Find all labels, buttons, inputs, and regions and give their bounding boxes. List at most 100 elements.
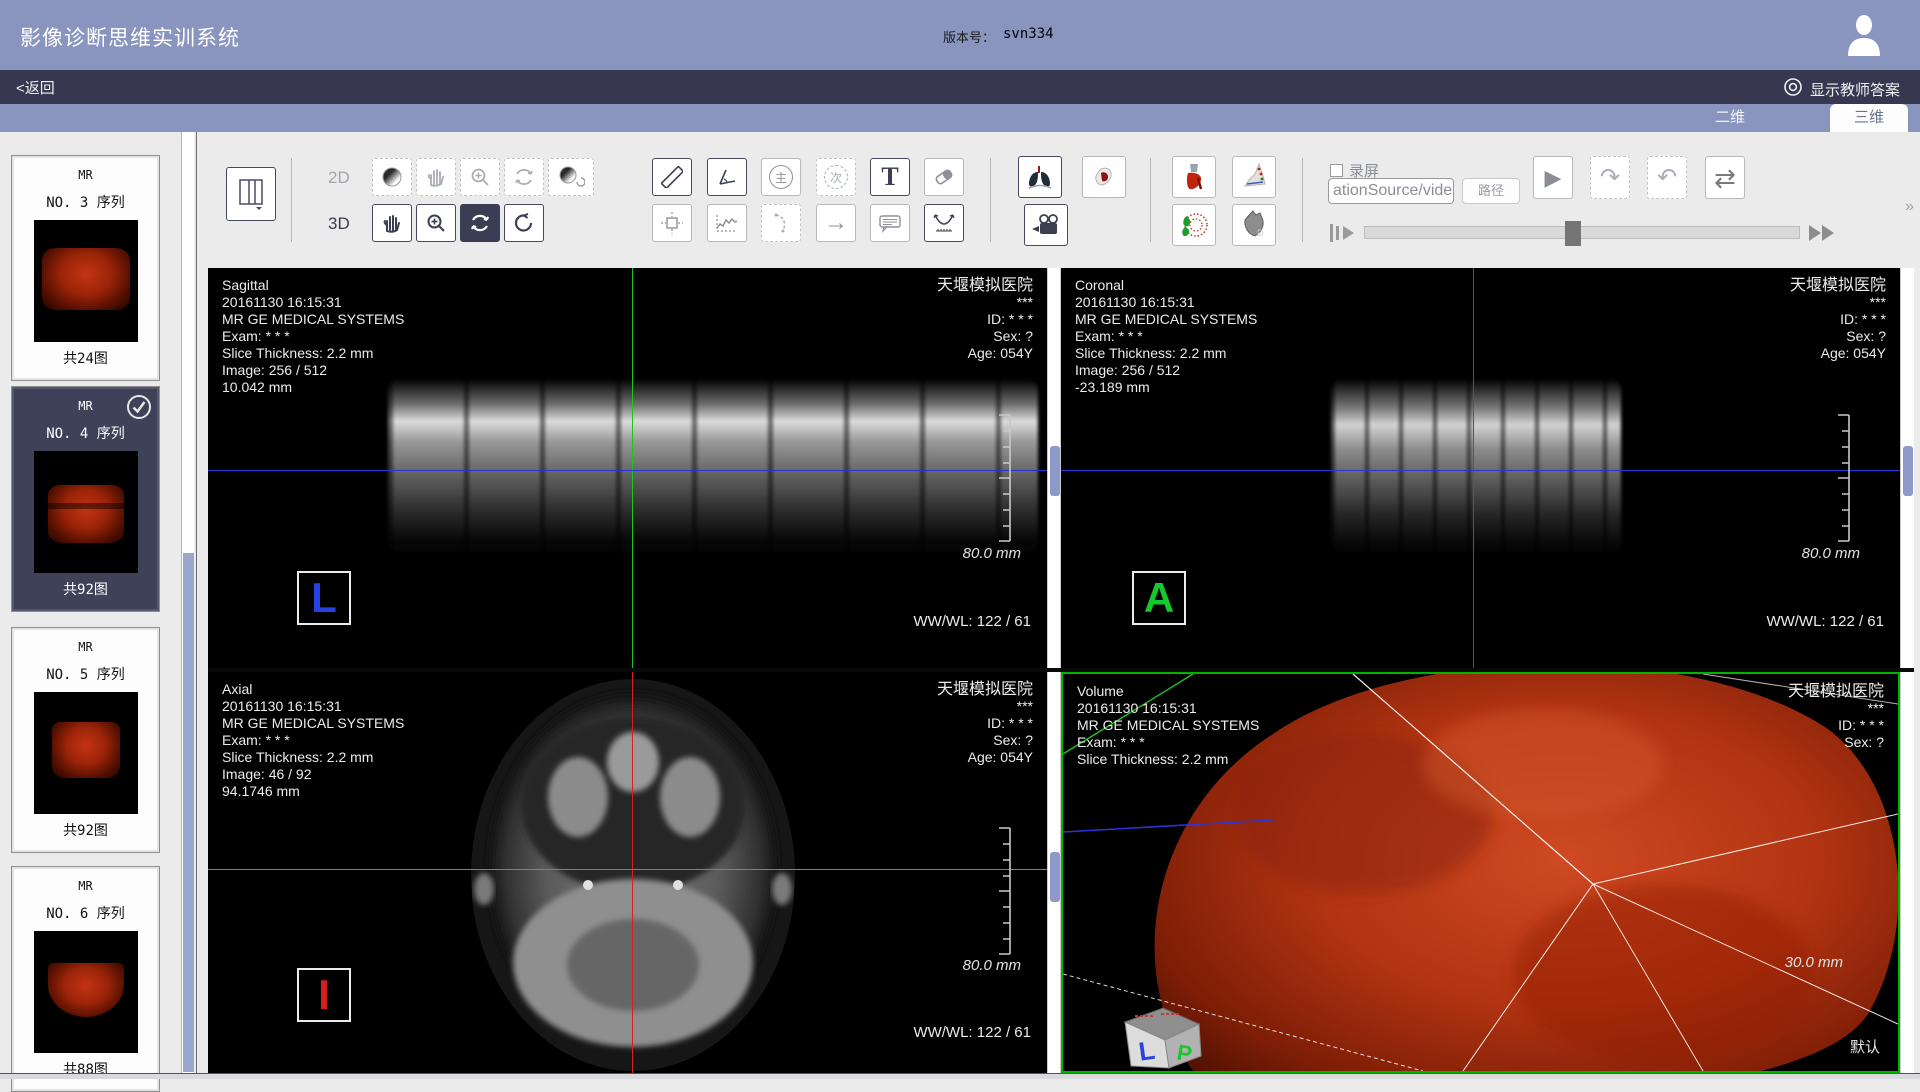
nav-bar: <返回 显示教师答案	[0, 70, 1920, 104]
toolbar-more-chevron-icon[interactable]: »	[1905, 198, 1914, 216]
orientation-cube[interactable]: L P	[1111, 1004, 1221, 1070]
viewport-axial[interactable]: Axial 20161130 16:15:31 MR GE MEDICAL SY…	[208, 672, 1047, 1073]
rotate-3d-button-active[interactable]	[460, 204, 500, 242]
viewport-volume-selected[interactable]: Volume 20161130 16:15:31 MR GE MEDICAL S…	[1061, 672, 1900, 1073]
primary-roi-tool-button[interactable]: 主	[761, 158, 801, 196]
scale-ruler	[994, 414, 1016, 542]
app-title: 影像诊断思维实训系统	[20, 22, 240, 52]
heart-3d-preset-button[interactable]: D	[1232, 204, 1276, 246]
user-avatar-icon[interactable]	[1846, 14, 1882, 61]
viewport-sagittal[interactable]: Sagittal 20161130 16:15:31 MR GE MEDICAL…	[208, 268, 1047, 668]
angle-tool-button[interactable]	[707, 158, 747, 196]
series-card-5[interactable]: MR NO. 5 序列 共92图	[11, 627, 160, 853]
view-mode-tabbar: 二维 三维	[0, 104, 1920, 132]
crosshair-horizontal-blue[interactable]	[208, 470, 1047, 471]
series-count: 共24图	[12, 346, 159, 380]
histogram-tool-button[interactable]	[707, 204, 747, 242]
comment-annotation-button[interactable]	[870, 204, 910, 242]
knee-preset-button[interactable]	[1172, 156, 1216, 198]
orientation-letter: L	[297, 571, 351, 625]
fast-forward-icon[interactable]	[1805, 220, 1843, 246]
reset-3d-button[interactable]	[504, 204, 544, 242]
tab-3d[interactable]: 三维	[1830, 104, 1908, 132]
record-checkbox[interactable]	[1330, 164, 1343, 177]
back-button[interactable]: <返回	[16, 77, 55, 98]
slice-scrollbar-bottom[interactable]	[1047, 672, 1061, 1073]
overlay-top-right: 天堰模拟医院 *** ID: * * * Sex: ?	[1788, 683, 1884, 751]
play-button[interactable]: ▶	[1533, 156, 1573, 199]
ruler-tool-button[interactable]	[652, 158, 692, 196]
spectrum-curve-button[interactable]	[924, 204, 964, 242]
wwwl-readout: WW/WL: 122 / 61	[913, 613, 1031, 630]
video-export-button[interactable]	[1024, 204, 1068, 246]
zoom-2d-button[interactable]	[460, 158, 500, 196]
curve-tool-button[interactable]	[761, 204, 801, 242]
zoom-3d-button[interactable]	[416, 204, 456, 242]
window-level-reset-2d-button[interactable]	[548, 158, 594, 196]
slice-scrollbar-top[interactable]	[1047, 268, 1061, 668]
series-thumbnail	[34, 220, 138, 342]
series-card-4-selected[interactable]: MR NO. 4 序列 共92图	[11, 386, 160, 612]
orientation-letter: I	[297, 968, 351, 1022]
pan-2d-button[interactable]	[416, 158, 456, 196]
scale-ruler	[994, 827, 1016, 955]
coronal-image	[1331, 380, 1621, 552]
show-teacher-answer-button[interactable]: 显示教师答案	[1783, 77, 1900, 101]
viewport-coronal[interactable]: Coronal 20161130 16:15:31 MR GE MEDICAL …	[1061, 268, 1900, 668]
toolbar: 2D 3D	[198, 132, 1920, 268]
rotate-2d-button[interactable]	[504, 158, 544, 196]
series-thumbnail	[34, 692, 138, 814]
sidebar-scrollbar[interactable]	[181, 132, 194, 1073]
video-path-input[interactable]: ationSource/video	[1328, 178, 1454, 204]
rock-rotate-right-button[interactable]: ↷	[1590, 156, 1630, 199]
slow-step-icon[interactable]	[1328, 220, 1362, 246]
group-label-3d: 3D	[328, 214, 350, 234]
layout-button[interactable]	[226, 167, 276, 221]
series-card-3[interactable]: MR NO. 3 序列 共24图	[11, 155, 160, 381]
overlay-top-left: Coronal 20161130 16:15:31 MR GE MEDICAL …	[1075, 277, 1257, 396]
vessel-4d-preset-button[interactable]	[1172, 204, 1216, 246]
slice-scrollbar-thumb[interactable]	[1903, 446, 1913, 496]
overlay-top-left: Volume 20161130 16:15:31 MR GE MEDICAL S…	[1077, 683, 1259, 768]
series-card-6[interactable]: MR NO. 6 序列 共88图	[11, 866, 160, 1092]
swap-direction-button[interactable]: ⇄	[1705, 156, 1745, 199]
foot-preset-button[interactable]	[1232, 156, 1276, 198]
slice-scrollbar-thumb[interactable]	[1050, 446, 1060, 496]
tab-2d[interactable]: 二维	[1690, 104, 1770, 132]
slice-scrollbar-right-top[interactable]	[1900, 268, 1914, 668]
render-preset-label[interactable]: 默认	[1850, 1036, 1880, 1057]
slice-scrollbar-thumb[interactable]	[1050, 852, 1060, 902]
cine-speed-slider	[1328, 220, 1843, 246]
crosshair-horizontal-green[interactable]	[208, 869, 1047, 870]
crosshair-vertical-red[interactable]	[632, 672, 633, 1073]
arrow-annotation-button[interactable]: →	[816, 204, 856, 242]
slice-scrollbar-right-bottom[interactable]	[1900, 672, 1914, 1073]
slider-thumb[interactable]	[1565, 221, 1581, 246]
crosshair-vertical-green[interactable]	[632, 268, 633, 668]
group-label-2d: 2D	[328, 168, 350, 188]
series-thumbnail	[34, 931, 138, 1053]
lung-preset-button[interactable]	[1018, 156, 1062, 198]
crosshair-roi-button[interactable]	[652, 204, 692, 242]
scale-value: 80.0 mm	[963, 957, 1021, 974]
overlay-top-left: Sagittal 20161130 16:15:31 MR GE MEDICAL…	[222, 277, 404, 396]
heart-preset-button[interactable]	[1082, 156, 1126, 198]
sidebar-scrollbar-thumb[interactable]	[183, 553, 194, 1072]
text-annotation-button[interactable]: T	[870, 158, 910, 196]
eraser-tool-button[interactable]	[924, 158, 964, 196]
eye-icon	[1783, 77, 1803, 101]
rock-rotate-left-button[interactable]: ↶	[1647, 156, 1687, 199]
secondary-roi-tool-button[interactable]: 次	[816, 158, 856, 196]
slider-track[interactable]	[1364, 226, 1800, 239]
svg-text:P: P	[1175, 1040, 1194, 1067]
path-button[interactable]: 路径	[1462, 178, 1520, 204]
pan-3d-button[interactable]	[372, 204, 412, 242]
viewport-region: Sagittal 20161130 16:15:31 MR GE MEDICAL…	[208, 268, 1914, 1073]
crosshair-horizontal-blue[interactable]	[1061, 470, 1900, 471]
window-level-2d-button[interactable]	[372, 158, 412, 196]
series-count: 共92图	[12, 577, 159, 611]
bottom-horizontal-scrollbar[interactable]	[0, 1073, 1920, 1079]
series-modality: MR	[12, 628, 159, 654]
crosshair-vertical-red[interactable]	[1473, 268, 1474, 668]
overlay-top-left: Axial 20161130 16:15:31 MR GE MEDICAL SY…	[222, 681, 404, 800]
